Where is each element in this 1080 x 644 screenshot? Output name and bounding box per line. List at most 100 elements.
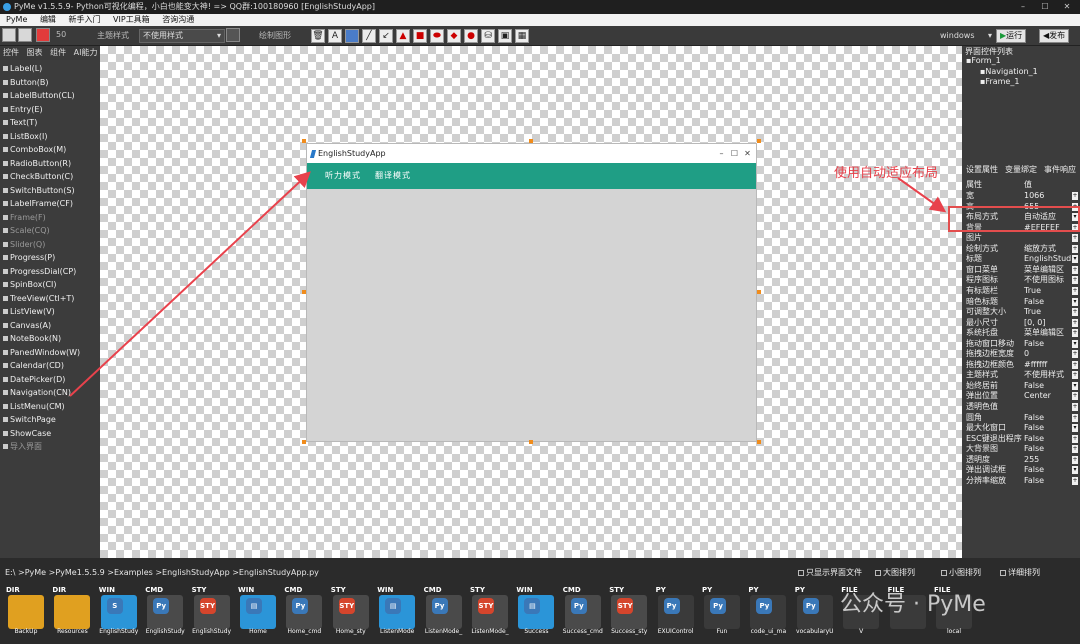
widget-item[interactable]: Label(L) <box>3 62 42 75</box>
prop-row[interactable]: 最小尺寸 [0, 0] + <box>966 318 1080 329</box>
form-minimize-icon[interactable]: – <box>715 144 728 163</box>
chat-icon[interactable] <box>226 28 240 42</box>
prop-value[interactable]: Center <box>1024 391 1051 402</box>
menu-edit[interactable]: 编辑 <box>40 15 56 24</box>
prop-edit-icon[interactable]: + <box>1072 318 1078 327</box>
tab-properties[interactable]: 设置属性 <box>966 164 998 175</box>
cylinder-icon[interactable]: ⛁ <box>481 29 495 43</box>
prop-edit-icon[interactable]: + <box>1072 445 1078 454</box>
widget-item[interactable]: Button(B) <box>3 76 49 89</box>
option-only-ui-files[interactable]: 只显示界面文件 <box>798 566 862 580</box>
prop-value[interactable]: #ffffff <box>1024 360 1047 371</box>
ellipse-icon[interactable]: ⬬ <box>430 29 444 43</box>
prop-edit-icon[interactable]: + <box>1072 265 1078 274</box>
resize-handle[interactable] <box>529 440 533 444</box>
widget-item[interactable]: ComboBox(M) <box>3 143 66 156</box>
prop-row[interactable]: 拖拽边框宽度 0 + <box>966 349 1080 360</box>
menu-vip-tools[interactable]: VIP工具箱 <box>113 15 150 24</box>
widget-item[interactable]: Entry(E) <box>3 103 43 116</box>
prop-row[interactable]: 可调整大小 True + <box>966 307 1080 318</box>
prop-edit-icon[interactable]: + <box>1072 276 1078 285</box>
current-path[interactable]: E:\ >PyMe >PyMe1.5.5.9 >Examples >Englis… <box>5 568 319 577</box>
menu-consult[interactable]: 咨询沟通 <box>162 15 194 24</box>
widget-item[interactable]: DatePicker(D) <box>3 373 65 386</box>
prop-edit-icon[interactable]: ▾ <box>1072 424 1078 433</box>
prop-value[interactable]: False <box>1024 476 1044 487</box>
widget-item[interactable]: 导入界面 <box>3 440 42 453</box>
form-preview[interactable]: EnglishStudyApp – ☐ ✕ 听力模式 翻译模式 <box>306 143 757 442</box>
widget-item[interactable]: Canvas(A) <box>3 319 51 332</box>
widget-item[interactable]: SpinBox(CI) <box>3 278 57 291</box>
prop-value[interactable]: False <box>1024 434 1044 445</box>
widget-item[interactable]: LabelButton(CL) <box>3 89 75 102</box>
widget-item[interactable]: ShowCase <box>3 427 51 440</box>
minimize-button[interactable]: – <box>1012 0 1034 14</box>
prop-value[interactable]: 菜单编辑区 <box>1024 265 1064 276</box>
file-item[interactable]: DIR BackUp <box>4 586 48 635</box>
widget-item[interactable]: Progress(P) <box>3 251 55 264</box>
file-item[interactable]: STY STY Home_sty <box>329 586 373 635</box>
prop-edit-icon[interactable]: ▾ <box>1072 255 1078 264</box>
prop-value[interactable]: EnglishStud <box>1024 254 1071 265</box>
prop-row[interactable]: 主题样式 不使用样式 + <box>966 370 1080 381</box>
cube-icon[interactable]: ▣ <box>498 29 512 43</box>
widget-item[interactable]: SwitchPage <box>3 413 56 426</box>
file-item[interactable]: PY Py Fun <box>700 586 744 635</box>
prop-row[interactable]: 有标题栏 True + <box>966 286 1080 297</box>
prop-edit-icon[interactable]: + <box>1072 244 1078 253</box>
file-item[interactable]: STY STY Success_sty <box>607 586 651 635</box>
tab-ai[interactable]: AI能力 <box>74 48 98 57</box>
widget-item[interactable]: LabelFrame(CF) <box>3 197 73 210</box>
platform-select[interactable]: windows ▾ <box>936 29 996 43</box>
record-tool-icon[interactable] <box>36 28 50 42</box>
file-item[interactable]: CMD Py EnglishStudy <box>143 586 187 635</box>
menu-pyme[interactable]: PyMe <box>6 15 27 24</box>
prop-value[interactable]: False <box>1024 413 1044 424</box>
close-button[interactable]: ✕ <box>1056 0 1078 14</box>
file-item[interactable]: PY Py vocabularyU <box>793 586 837 635</box>
publish-button[interactable]: ◀发布 <box>1039 29 1070 43</box>
resize-handle[interactable] <box>757 139 761 143</box>
triangle-icon[interactable]: ▲ <box>396 29 410 43</box>
file-item[interactable]: STY STY ListenMode_ <box>468 586 512 635</box>
prop-edit-icon[interactable]: + <box>1072 308 1078 317</box>
widget-item[interactable]: Slider(Q) <box>3 238 45 251</box>
prop-edit-icon[interactable]: + <box>1072 455 1078 464</box>
prop-edit-icon[interactable]: + <box>1072 413 1078 422</box>
prop-row[interactable]: 窗口菜单 菜单编辑区 + <box>966 265 1080 276</box>
line-icon[interactable]: ╱ <box>362 29 376 43</box>
option-details[interactable]: 详细排列 <box>1000 566 1040 580</box>
prop-edit-icon[interactable]: ▾ <box>1072 297 1078 306</box>
nav-item-translate[interactable]: 翻译模式 <box>375 163 411 189</box>
circle-icon[interactable]: ● <box>464 29 478 43</box>
image-icon[interactable] <box>345 29 359 43</box>
prop-edit-icon[interactable]: + <box>1072 476 1078 485</box>
prop-edit-icon[interactable]: + <box>1072 371 1078 380</box>
file-item[interactable]: WIN ▤ Success <box>514 586 558 635</box>
tab-variable-binding[interactable]: 变量绑定 <box>1005 164 1037 175</box>
resize-handle[interactable] <box>302 440 306 444</box>
prop-edit-icon[interactable]: ▾ <box>1072 466 1078 475</box>
rectangle-icon[interactable]: ■ <box>413 29 427 43</box>
prop-value[interactable]: False <box>1024 297 1044 308</box>
widget-item[interactable]: CheckButton(C) <box>3 170 73 183</box>
trash-icon[interactable]: 🗑 <box>311 29 325 43</box>
file-item[interactable]: WIN ▤ Home <box>236 586 280 635</box>
prop-row[interactable]: 拖动窗口移动 False ▾ <box>966 339 1080 350</box>
file-item[interactable]: WIN S EnglishStudy <box>97 586 141 635</box>
prop-edit-icon[interactable]: + <box>1072 360 1078 369</box>
widget-item[interactable]: Frame(F) <box>3 211 46 224</box>
prop-row[interactable]: 圆角 False + <box>966 413 1080 424</box>
widget-item[interactable]: Calendar(CD) <box>3 359 64 372</box>
prop-row[interactable]: 透明色值 + <box>966 402 1080 413</box>
resize-handle[interactable] <box>757 440 761 444</box>
prop-row[interactable]: 透明度 255 + <box>966 455 1080 466</box>
theme-select[interactable]: 不使用样式 ▾ <box>139 29 225 43</box>
prop-row[interactable]: 最大化窗口 False ▾ <box>966 423 1080 434</box>
file-item[interactable]: CMD Py ListenMode_ <box>422 586 466 635</box>
widget-item[interactable]: Navigation(CN) <box>3 386 71 399</box>
prop-value[interactable]: False <box>1024 423 1044 434</box>
prop-value[interactable]: False <box>1024 339 1044 350</box>
file-item[interactable]: CMD Py Success_cmd <box>561 586 605 635</box>
file-item[interactable]: PY Py code_ui_ma <box>746 586 790 635</box>
